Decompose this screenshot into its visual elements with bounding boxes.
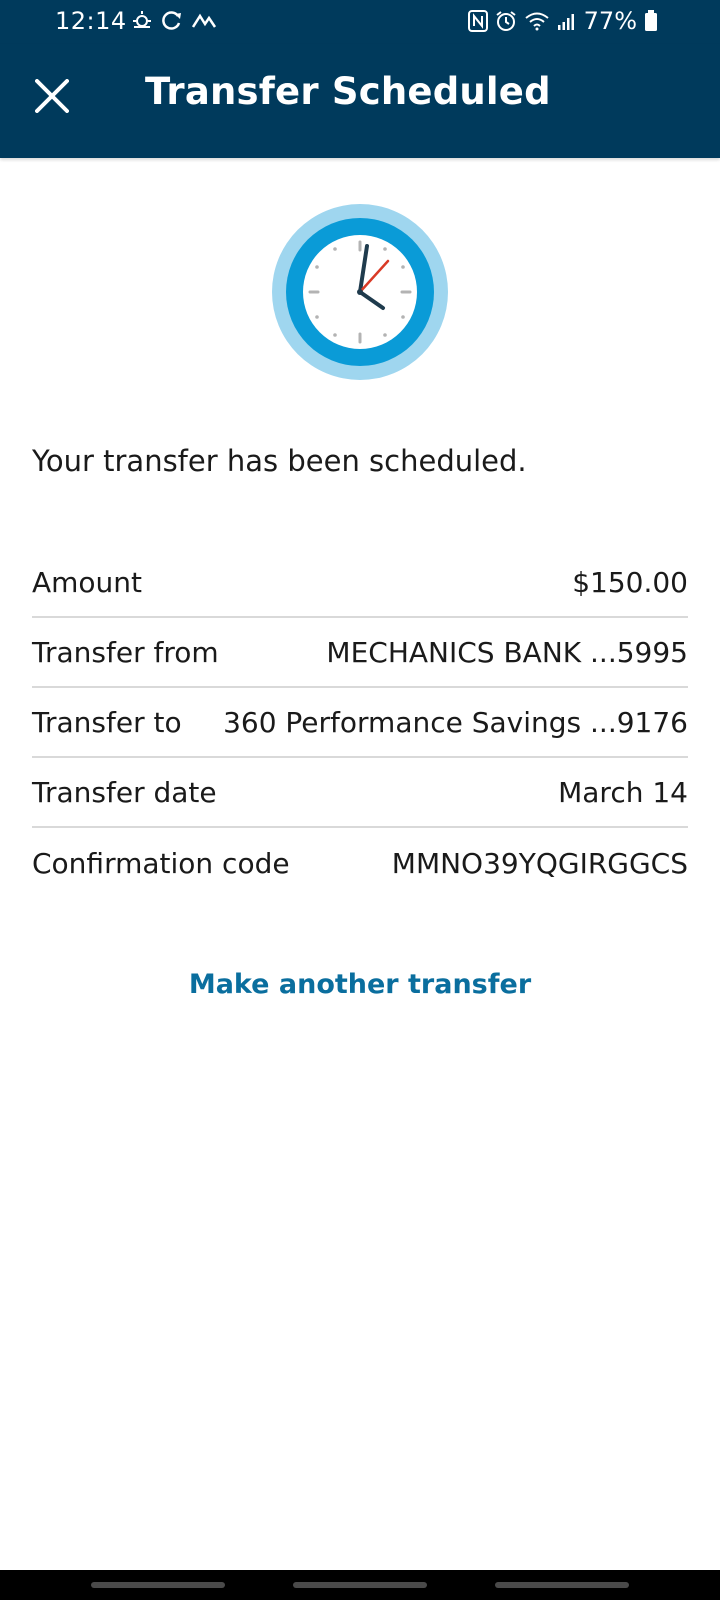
- close-icon: [35, 79, 69, 113]
- nav-home-handle[interactable]: [293, 1582, 427, 1588]
- make-another-transfer-link[interactable]: Make another transfer: [0, 969, 720, 1000]
- detail-label: Transfer to: [32, 705, 182, 739]
- detail-value: MECHANICS BANK ...5995: [326, 635, 688, 669]
- battery-icon: [645, 10, 657, 31]
- nav-recents-handle[interactable]: [91, 1582, 225, 1588]
- detail-row-transfer-to: Transfer to 360 Performance Savings ...9…: [32, 688, 688, 758]
- detail-row-transfer-from: Transfer from MECHANICS BANK ...5995: [32, 618, 688, 688]
- detail-label: Transfer from: [32, 635, 219, 669]
- close-button[interactable]: [22, 66, 82, 126]
- status-time: 12:14: [55, 7, 127, 35]
- weather-icon: [133, 11, 151, 28]
- signal-icon: [557, 14, 574, 30]
- detail-row-confirmation-code: Confirmation code MMNO39YQGIRGGCS: [32, 828, 688, 898]
- detail-value: March 14: [558, 775, 688, 809]
- nav-back-handle[interactable]: [495, 1582, 629, 1588]
- system-nav-bar: [0, 1570, 720, 1600]
- app-notification-icon: [191, 13, 217, 28]
- detail-label: Amount: [32, 565, 143, 599]
- detail-value: 360 Performance Savings ...9176: [223, 705, 688, 739]
- wifi-icon: [525, 12, 549, 31]
- app-bar: Transfer Scheduled: [0, 44, 720, 158]
- detail-value: $150.00: [572, 565, 688, 599]
- detail-value: MMNO39YQGIRGGCS: [391, 846, 688, 880]
- status-bar: 12:14 77%: [0, 0, 720, 44]
- status-left-icons: [131, 10, 217, 30]
- confirmation-message: Your transfer has been scheduled.: [32, 444, 527, 478]
- page-title: Transfer Scheduled: [145, 70, 551, 113]
- status-right-icons: 77%: [467, 7, 658, 35]
- nfc-icon: [467, 10, 488, 32]
- detail-label: Confirmation code: [32, 846, 290, 880]
- battery-percent: 77%: [583, 7, 637, 35]
- detail-label: Transfer date: [32, 775, 217, 809]
- clock-icon: [272, 204, 448, 380]
- detail-row-amount: Amount $150.00: [32, 548, 688, 618]
- detail-row-transfer-date: Transfer date March 14: [32, 758, 688, 828]
- sync-icon: [162, 11, 181, 30]
- transfer-details: Amount $150.00 Transfer from MECHANICS B…: [32, 548, 688, 898]
- alarm-icon: [496, 11, 516, 31]
